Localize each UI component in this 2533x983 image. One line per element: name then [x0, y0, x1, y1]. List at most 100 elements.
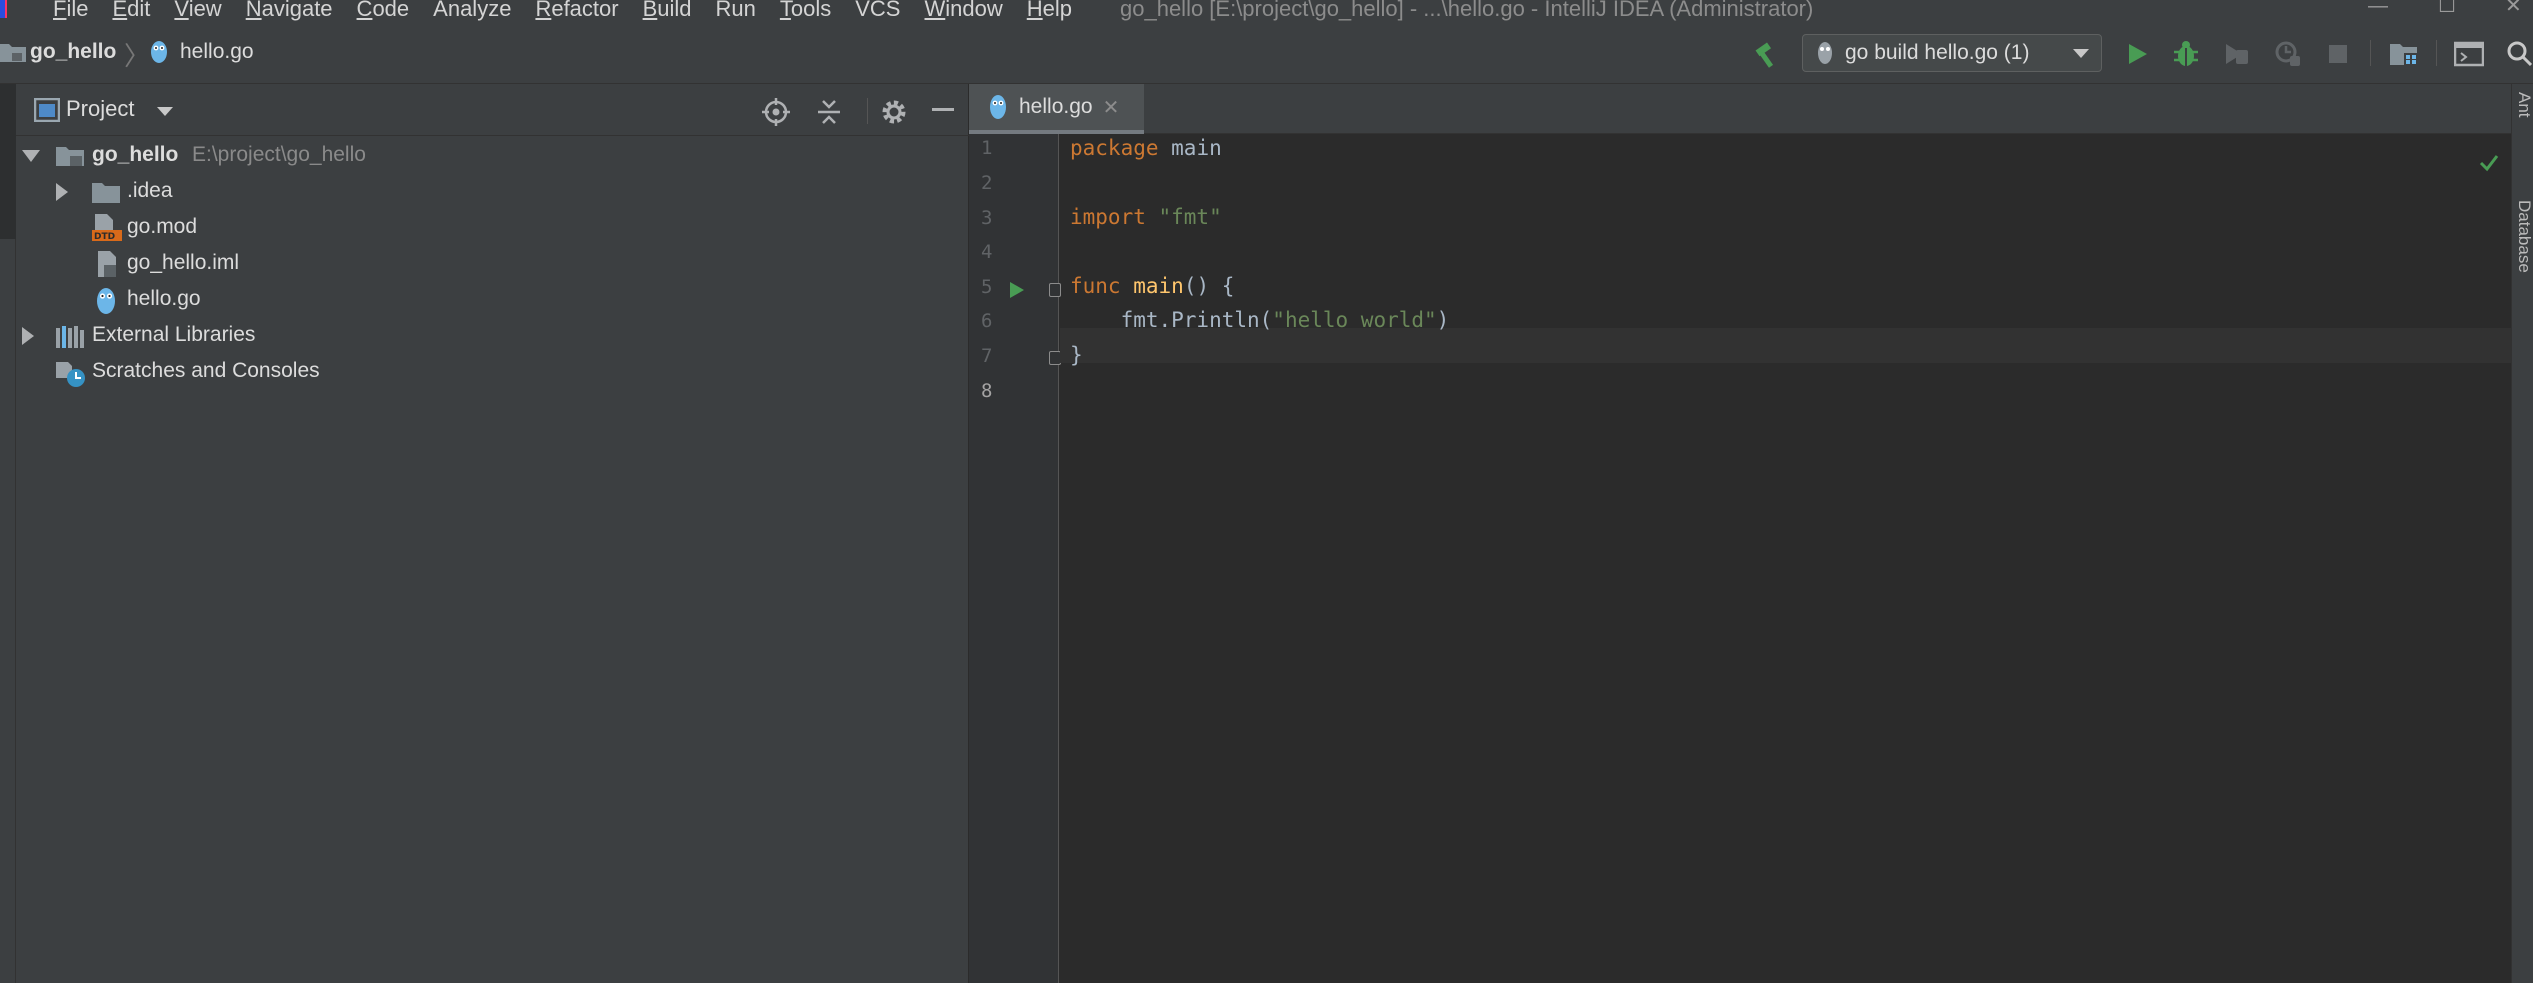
toolbar-separator	[2436, 40, 2437, 66]
current-line-highlight	[1060, 328, 2511, 363]
inspection-ok-check-icon[interactable]	[2479, 154, 2499, 178]
menu-bar: File Edit View Navigate Code Analyze Ref…	[0, 0, 2533, 22]
close-window-button[interactable]: ✕	[2505, 0, 2522, 18]
tree-item-hellogo[interactable]: hello.go	[16, 283, 416, 317]
svg-text:DTD: DTD	[94, 232, 115, 242]
project-panel-title[interactable]: Project	[66, 96, 134, 122]
go-file-icon	[96, 287, 116, 315]
line-number: 1	[981, 137, 993, 159]
breadcrumb-file-item[interactable]: hello.go	[150, 40, 254, 64]
line-number: 6	[981, 310, 993, 332]
run-icon[interactable]	[2122, 38, 2154, 70]
tree-root-path: E:\project\go_hello	[192, 143, 366, 166]
toolbar-separator	[2370, 40, 2371, 66]
editor-tab-bar: hello.go ✕	[969, 84, 2511, 134]
navigation-bar: go_hello 〉 hello.go go build hello.go (1…	[0, 22, 2533, 84]
build-hammer-icon[interactable]	[1750, 38, 1782, 70]
code-line-5: func main() {	[1070, 274, 1235, 298]
editor-gutter: 1 2 3 4 5 6 7 8	[969, 134, 1061, 983]
go-file-icon	[989, 94, 1007, 120]
tree-item-iml[interactable]: go_hello.iml	[16, 247, 416, 281]
debug-icon[interactable]	[2170, 38, 2202, 70]
breadcrumb-separator-icon: 〉	[124, 41, 151, 71]
maximize-button[interactable]: ☐	[2438, 0, 2456, 18]
code-line-3: import "fmt"	[1070, 205, 1222, 229]
gear-icon[interactable]	[880, 98, 908, 132]
collapse-all-icon[interactable]	[816, 98, 842, 132]
menu-analyze[interactable]: Analyze	[433, 0, 511, 24]
tree-item-scratches[interactable]: Scratches and Consoles	[16, 355, 416, 389]
project-panel-header: Project	[16, 84, 969, 136]
code-line-1: package main	[1070, 136, 1222, 160]
project-structure-icon[interactable]	[2388, 38, 2422, 70]
line-number: 8	[981, 380, 993, 402]
menu-window[interactable]: Window	[925, 0, 1003, 24]
editor-panel: hello.go ✕ 1 2 3 4 5 6 7 8 package main …	[969, 84, 2511, 983]
project-view-icon	[33, 97, 61, 128]
menu-edit[interactable]: Edit	[112, 0, 150, 24]
menu-tools[interactable]: Tools	[780, 0, 831, 24]
menu-code[interactable]: Code	[357, 0, 410, 24]
iml-file-icon	[96, 251, 120, 279]
main-menu: File Edit View Navigate Code Analyze Ref…	[53, 0, 1096, 24]
menu-refactor[interactable]: Refactor	[535, 0, 618, 24]
intellij-logo-icon	[0, 0, 7, 18]
locate-target-icon[interactable]	[762, 98, 790, 132]
profile-icon[interactable]	[2272, 38, 2304, 70]
run-configuration-dropdown[interactable]: go build hello.go (1)	[1802, 34, 2102, 72]
terminal-icon[interactable]	[2452, 38, 2486, 70]
tree-item-label: go.mod	[127, 215, 198, 238]
go-file-icon	[150, 40, 168, 64]
tab-hello-go[interactable]: hello.go ✕	[969, 84, 1144, 134]
left-tool-window-strip	[0, 84, 16, 983]
tree-item-label: go_hello.iml	[127, 251, 240, 274]
chevron-down-icon[interactable]	[157, 107, 173, 116]
code-editor[interactable]: package main import "fmt" func main() { …	[1060, 134, 2511, 983]
expanded-arrow-icon[interactable]	[22, 150, 40, 162]
menu-navigate[interactable]: Navigate	[246, 0, 333, 24]
tree-item-gomod[interactable]: DTD go.mod	[16, 211, 416, 245]
tree-item-external-libraries[interactable]: External Libraries	[16, 319, 416, 353]
tree-item-idea[interactable]: .idea	[16, 175, 416, 209]
tree-item-label: External Libraries	[92, 323, 256, 346]
tree-item-label: Scratches and Consoles	[92, 359, 320, 382]
run-gutter-icon[interactable]	[1009, 281, 1025, 305]
hide-panel-icon[interactable]	[932, 108, 954, 111]
search-icon[interactable]	[2505, 38, 2533, 70]
line-number: 5	[981, 276, 993, 298]
window-title: go_hello [E:\project\go_hello] - ...\hel…	[1120, 0, 1814, 21]
tree-root-name: go_hello	[92, 143, 179, 166]
project-panel: Project go_hello E:\project\go_hello .id…	[16, 84, 969, 983]
line-number: 4	[981, 241, 993, 263]
folder-icon	[0, 42, 26, 62]
tree-item-label: .idea	[127, 179, 173, 202]
scratches-icon	[56, 358, 86, 388]
ant-tool-tab[interactable]: Ant	[2514, 92, 2533, 118]
gomod-file-icon: DTD	[92, 214, 122, 242]
breadcrumb-file: hello.go	[180, 40, 254, 63]
module-folder-icon	[56, 144, 84, 168]
menu-vcs[interactable]: VCS	[855, 0, 900, 24]
folder-icon	[92, 181, 120, 203]
line-number: 3	[981, 207, 993, 229]
coverage-icon[interactable]	[2220, 38, 2252, 70]
line-number: 2	[981, 172, 993, 194]
menu-run[interactable]: Run	[716, 0, 756, 24]
menu-help[interactable]: Help	[1027, 0, 1072, 24]
collapsed-arrow-icon[interactable]	[22, 327, 34, 345]
close-tab-icon[interactable]: ✕	[1103, 95, 1120, 120]
menu-build[interactable]: Build	[643, 0, 692, 24]
collapsed-arrow-icon[interactable]	[56, 183, 68, 201]
run-configuration-label: go build hello.go (1)	[1845, 41, 2030, 64]
code-line-6: fmt.Println("hello world")	[1070, 308, 1450, 332]
breadcrumb: go_hello	[0, 40, 116, 64]
menu-view[interactable]: View	[174, 0, 221, 24]
tree-item-label: hello.go	[127, 287, 201, 310]
menu-file[interactable]: File	[53, 0, 88, 24]
project-tool-window-tab[interactable]	[0, 84, 16, 239]
stop-icon[interactable]	[2322, 38, 2354, 70]
database-tool-tab[interactable]: Database	[2514, 200, 2533, 273]
breadcrumb-project[interactable]: go_hello	[30, 40, 116, 64]
minimize-button[interactable]: —	[2368, 0, 2388, 18]
code-line-7: }	[1070, 343, 1083, 367]
